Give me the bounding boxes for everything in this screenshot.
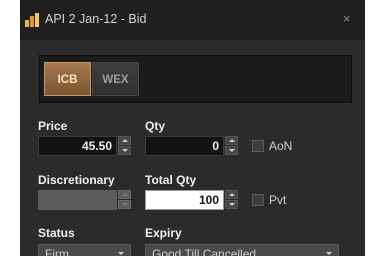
qty-increment-button[interactable] <box>225 136 238 145</box>
discretionary-decrement-button[interactable] <box>118 200 131 209</box>
window-title: API 2 Jan-12 - Bid <box>45 12 147 26</box>
discretionary-stepper <box>118 190 131 210</box>
price-stepper <box>118 136 131 156</box>
qty-label: Qty <box>145 119 166 133</box>
status-label: Status <box>38 226 75 240</box>
total-qty-label: Total Qty <box>145 173 197 187</box>
qty-input[interactable]: 0 <box>145 136 224 156</box>
expiry-value: Good Till Cancelled <box>152 247 257 256</box>
price-label: Price <box>38 119 68 133</box>
status-value: Firm <box>45 247 69 256</box>
venue-button-icb[interactable]: ICB <box>44 62 91 96</box>
app-logo-icon <box>25 13 39 27</box>
qty-decrement-button[interactable] <box>225 146 238 155</box>
expiry-label: Expiry <box>145 226 182 240</box>
order-ticket-window: API 2 Jan-12 - Bid × ICB WEX Price 45.50… <box>20 0 365 256</box>
chevron-down-icon <box>118 252 124 255</box>
pvt-label: Pvt <box>269 193 287 207</box>
venue-button-wex[interactable]: WEX <box>92 62 139 96</box>
qty-stepper <box>225 136 238 156</box>
venue-selector: ICB WEX <box>39 55 352 103</box>
expiry-select[interactable]: Good Till Cancelled <box>145 244 339 256</box>
discretionary-input[interactable] <box>38 190 117 210</box>
status-select[interactable]: Firm <box>38 244 131 256</box>
title-bar[interactable]: API 2 Jan-12 - Bid × <box>20 0 365 40</box>
price-input[interactable]: 45.50 <box>38 136 117 156</box>
discretionary-label: Discretionary <box>38 173 115 187</box>
aon-label: AoN <box>269 139 293 153</box>
aon-checkbox[interactable] <box>252 140 264 152</box>
price-decrement-button[interactable] <box>118 146 131 155</box>
chevron-down-icon <box>326 252 332 255</box>
total-qty-input[interactable]: 100 <box>145 190 224 210</box>
close-icon[interactable]: × <box>343 11 351 26</box>
total-qty-stepper <box>225 190 238 210</box>
pvt-checkbox[interactable] <box>252 194 264 206</box>
total-qty-increment-button[interactable] <box>225 190 238 199</box>
price-increment-button[interactable] <box>118 136 131 145</box>
total-qty-decrement-button[interactable] <box>225 200 238 209</box>
discretionary-increment-button[interactable] <box>118 190 131 199</box>
